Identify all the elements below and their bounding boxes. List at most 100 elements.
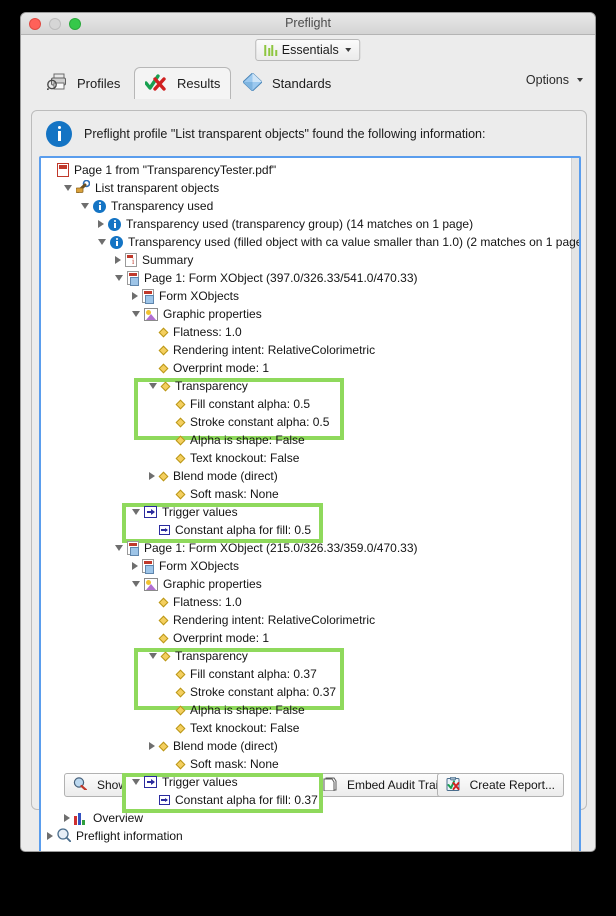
twisty-expanded-icon[interactable] [132, 779, 140, 785]
blue-diamond-icon [242, 71, 263, 94]
tree-row[interactable]: Page 1: Form XObject (215.0/326.33/359.0… [41, 539, 579, 557]
twisty-expanded-icon[interactable] [132, 509, 140, 515]
tree-row-label: Page 1: Form XObject (215.0/326.33/359.0… [144, 541, 418, 555]
tab-results[interactable]: Results [134, 67, 232, 99]
tree-row[interactable]: Overprint mode: 1 [41, 629, 579, 647]
tree-row[interactable]: Trigger values [41, 503, 579, 521]
xobject-icon [142, 289, 154, 304]
diamond-bullet-icon [175, 399, 186, 409]
twisty-expanded-icon[interactable] [98, 239, 106, 245]
diamond-bullet-icon [158, 345, 169, 355]
diamond-bullet-icon [175, 669, 186, 679]
tree-row[interactable]: Soft mask: None [41, 755, 579, 773]
tree-row-label: Page 1: Form XObject (397.0/326.33/541.0… [144, 271, 418, 285]
xobject-icon [142, 559, 154, 574]
diamond-bullet-icon [175, 705, 186, 715]
tree-row[interactable]: Overprint mode: 1 [41, 359, 579, 377]
diamond-bullet-icon [158, 633, 169, 643]
tree-row[interactable]: Blend mode (direct) [41, 467, 579, 485]
tree-row[interactable]: Transparency [41, 647, 579, 665]
twisty-collapsed-icon[interactable] [47, 832, 53, 840]
tree-row[interactable]: Form XObjects [41, 557, 579, 575]
twisty-collapsed-icon[interactable] [132, 562, 138, 570]
tree-row[interactable]: Rendering intent: RelativeColorimetric [41, 611, 579, 629]
tab-profiles[interactable]: Profiles [37, 67, 130, 99]
trigger-value-icon [159, 795, 170, 805]
tree-row-label: Transparency used [111, 199, 214, 213]
tree-row-label: Summary [142, 253, 194, 267]
tree-row[interactable]: Alpha is shape: False [41, 701, 579, 719]
tree-row[interactable]: Flatness: 1.0 [41, 323, 579, 341]
diamond-bullet-icon [175, 435, 186, 445]
tree-row[interactable]: Graphic properties [41, 305, 579, 323]
twisty-collapsed-icon[interactable] [132, 292, 138, 300]
twisty-collapsed-icon[interactable] [149, 472, 155, 480]
tree-row[interactable]: Flatness: 1.0 [41, 593, 579, 611]
tree-row-label: Overview [93, 811, 144, 825]
tree-row[interactable]: Stroke constant alpha: 0.5 [41, 413, 579, 431]
tree-row-label: Text knockout: False [190, 451, 300, 465]
twisty-collapsed-icon[interactable] [64, 814, 70, 822]
tree-row[interactable]: Graphic properties [41, 575, 579, 593]
tree-row[interactable]: Preflight information [41, 827, 579, 845]
twisty-collapsed-icon[interactable] [115, 256, 121, 264]
tree-row-label: Transparency used (transparency group) (… [126, 217, 474, 231]
tree-row[interactable]: List transparent objects [41, 179, 579, 197]
results-tree-container[interactable]: Page 1 from "TransparencyTester.pdf" List… [39, 156, 581, 851]
tree-row[interactable]: Text knockout: False [41, 449, 579, 467]
tree-row-label: Fill constant alpha: 0.37 [190, 667, 317, 681]
tree-row[interactable]: Rendering intent: RelativeColorimetric [41, 341, 579, 359]
tree-row[interactable]: Soft mask: None [41, 485, 579, 503]
tree-row-label: Graphic properties [163, 577, 262, 591]
diamond-bullet-icon [175, 723, 186, 733]
tree-row[interactable]: Transparency used [41, 197, 579, 215]
summary-icon [125, 253, 137, 267]
xobject-icon [127, 271, 139, 286]
twisty-expanded-icon[interactable] [81, 203, 89, 209]
tree-row[interactable]: Stroke constant alpha: 0.37 [41, 683, 579, 701]
twisty-expanded-icon[interactable] [64, 185, 72, 191]
tree-row[interactable]: Page 1 from "TransparencyTester.pdf" [41, 161, 579, 179]
info-icon [108, 217, 121, 231]
tree-row[interactable]: Constant alpha for fill: 0.37 [41, 791, 579, 809]
tree-row[interactable]: Blend mode (direct) [41, 737, 579, 755]
tree-row[interactable]: Page 1: Form XObject (397.0/326.33/541.0… [41, 269, 579, 287]
tree-row[interactable]: Constant alpha for fill: 0.5 [41, 521, 579, 539]
info-strip: Preflight profile "List transparent obje… [32, 111, 586, 157]
tree-row-label: Overprint mode: 1 [173, 631, 270, 645]
twisty-expanded-icon[interactable] [132, 581, 140, 587]
twisty-collapsed-icon[interactable] [98, 220, 104, 228]
twisty-expanded-icon[interactable] [149, 383, 157, 389]
tree-row[interactable]: Summary [41, 251, 579, 269]
twisty-expanded-icon[interactable] [149, 653, 157, 659]
tree-row-label: Graphic properties [163, 307, 262, 321]
tree-row-label: Stroke constant alpha: 0.5 [190, 415, 330, 429]
xobject-icon [127, 541, 139, 556]
tree-row-label: Form XObjects [159, 289, 240, 303]
tree-row[interactable]: Transparency used (transparency group) (… [41, 215, 579, 233]
tab-bar: Profiles Results Standards Options [21, 65, 595, 99]
twisty-expanded-icon[interactable] [115, 275, 123, 281]
twisty-expanded-icon[interactable] [132, 311, 140, 317]
tree-row[interactable]: Trigger values [41, 773, 579, 791]
tree-row-label: Transparency [175, 379, 248, 393]
overview-icon [74, 812, 88, 825]
tree-row-label: Overprint mode: 1 [173, 361, 270, 375]
tree-row-label: Alpha is shape: False [190, 433, 305, 447]
twisty-collapsed-icon[interactable] [149, 742, 155, 750]
pdf-page-icon [57, 163, 69, 177]
profile-selector-button[interactable]: Essentials [255, 39, 361, 61]
tree-row[interactable]: Transparency used (filled object with ca… [41, 233, 579, 251]
tree-row[interactable]: Fill constant alpha: 0.37 [41, 665, 579, 683]
tree-row[interactable]: Overview [41, 809, 579, 827]
tree-row[interactable]: Transparency [41, 377, 579, 395]
tree-row[interactable]: Text knockout: False [41, 719, 579, 737]
twisty-expanded-icon[interactable] [115, 545, 123, 551]
options-button[interactable]: Options [526, 73, 583, 87]
tab-standards[interactable]: Standards [233, 67, 341, 99]
tree-row[interactable]: Form XObjects [41, 287, 579, 305]
results-tree[interactable]: Page 1 from "TransparencyTester.pdf" List… [41, 158, 579, 851]
tree-row-label: Text knockout: False [190, 721, 300, 735]
tree-row[interactable]: Fill constant alpha: 0.5 [41, 395, 579, 413]
tree-row[interactable]: Alpha is shape: False [41, 431, 579, 449]
